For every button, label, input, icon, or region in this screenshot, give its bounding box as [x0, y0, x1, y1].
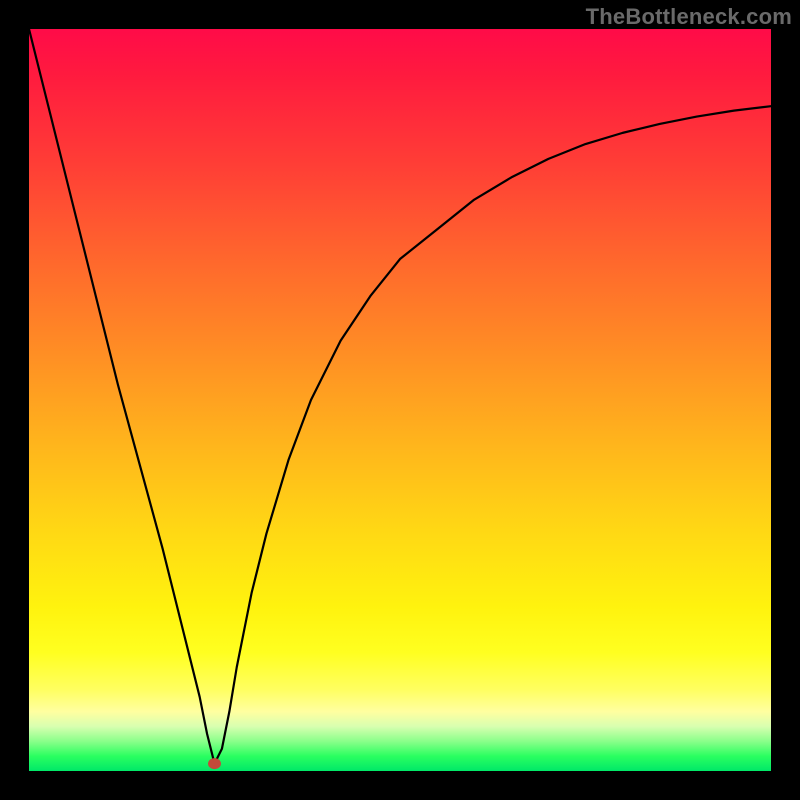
curve-svg — [29, 29, 771, 771]
plot-area — [29, 29, 771, 771]
watermark-text: TheBottleneck.com — [586, 4, 792, 30]
chart-frame: TheBottleneck.com — [0, 0, 800, 800]
bottleneck-curve — [29, 29, 771, 764]
minimum-marker — [209, 759, 221, 769]
